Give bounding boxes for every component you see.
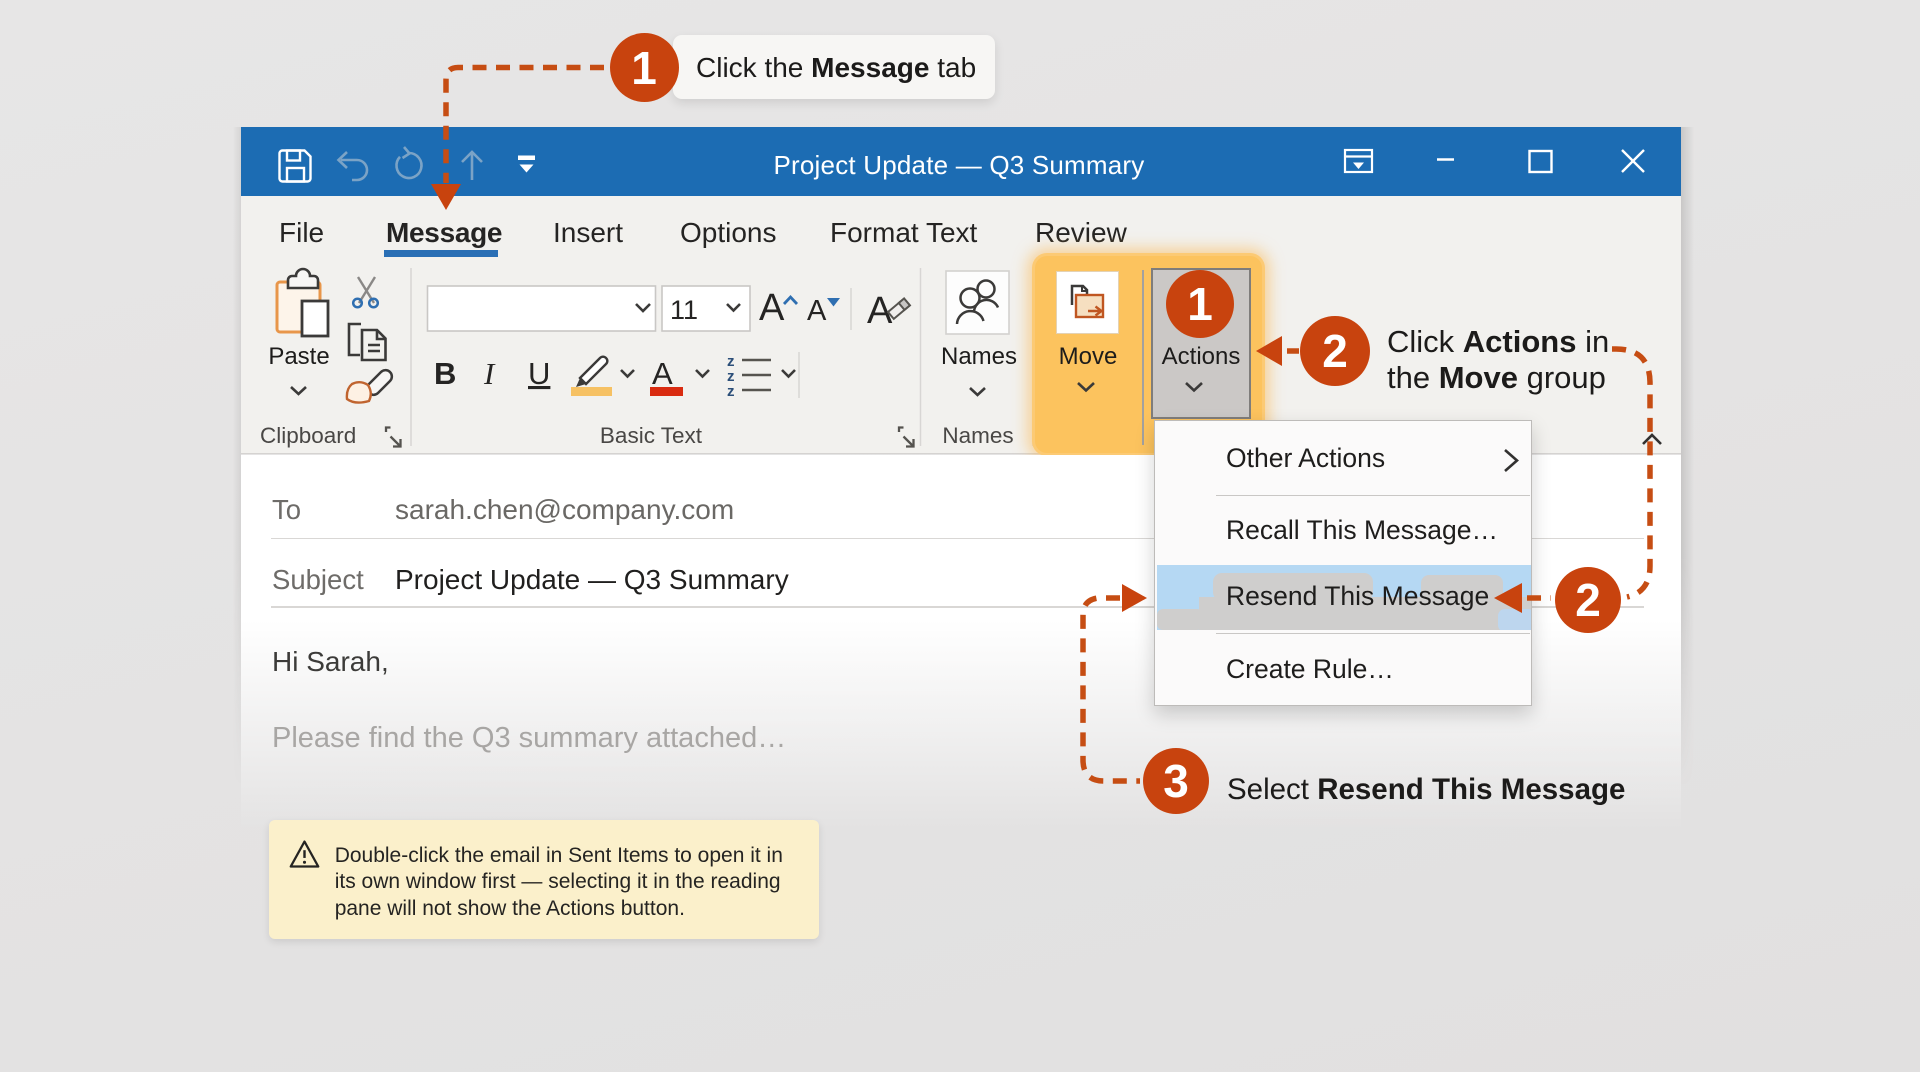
- svg-text:I: I: [483, 356, 496, 391]
- svg-text:B: B: [434, 356, 456, 391]
- svg-text:U: U: [528, 356, 550, 391]
- svg-text:A: A: [652, 356, 673, 391]
- svg-text:A: A: [807, 295, 827, 327]
- svg-text:z: z: [727, 383, 735, 400]
- svg-text:A: A: [759, 287, 785, 329]
